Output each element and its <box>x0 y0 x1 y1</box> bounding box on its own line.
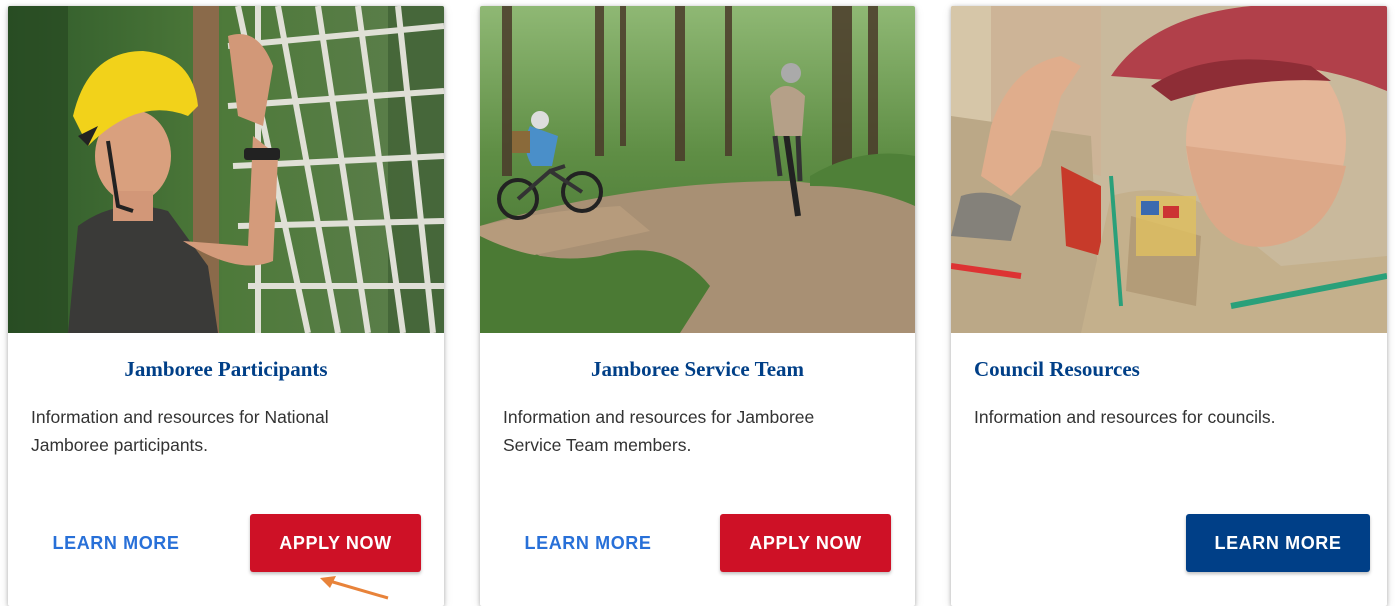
mountain-biking-trail-photo <box>480 6 915 333</box>
card-title: Council Resources <box>974 357 1140 381</box>
scout-rope-climbing-photo <box>8 6 444 333</box>
card-title: Jamboree Service Team <box>590 357 805 381</box>
apply-now-button[interactable]: APPLY NOW <box>720 514 891 572</box>
card-jamboree-service-team: Jamboree Service Team Information and re… <box>480 6 915 606</box>
apply-now-button[interactable]: APPLY NOW <box>250 514 421 572</box>
learn-more-button[interactable]: LEARN MORE <box>1186 514 1370 572</box>
card-description: Information and resources for Jamboree S… <box>503 407 815 455</box>
card-description: Information and resources for councils. <box>974 407 1276 427</box>
scout-saluting-photo <box>951 6 1387 333</box>
card-council-resources: Council Resources Information and resour… <box>951 6 1387 606</box>
card-title: Jamboree Participants <box>124 357 328 381</box>
card-jamboree-participants: Jamboree Participants Information and re… <box>8 6 444 606</box>
learn-more-button[interactable]: LEARN MORE <box>36 514 196 572</box>
orange-arrow-icon <box>320 576 389 600</box>
learn-more-button[interactable]: LEARN MORE <box>508 514 668 572</box>
card-description: Information and resources for National J… <box>31 407 329 455</box>
